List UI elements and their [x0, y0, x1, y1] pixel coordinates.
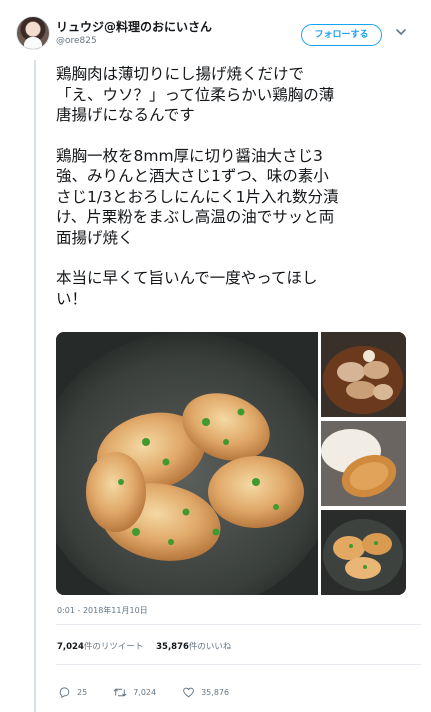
media-grid: [56, 332, 406, 595]
heart-icon: [183, 687, 194, 697]
tweet-line: 強、みりんと酒大さじ1ずつ、味の素小: [56, 167, 329, 185]
chevron-down-icon[interactable]: [394, 25, 408, 39]
tweet-line: 「え、ウソ？」って位柔らかい鶏胸の薄: [56, 85, 335, 104]
avatar[interactable]: [16, 16, 50, 50]
reply-count: 25: [77, 687, 88, 697]
follow-button[interactable]: フォローする: [301, 24, 382, 46]
reply-button[interactable]: 25: [58, 686, 87, 699]
photo-sliced-chicken[interactable]: [321, 421, 406, 506]
user-handle[interactable]: @ore825: [56, 36, 97, 46]
retweet-icon: [113, 688, 127, 696]
engagement-stats: 7,024件のリツイート 35,876件のいいね: [57, 640, 241, 652]
tweet-line: さじ1/3とおろしにんにく1片入れ数分漬: [56, 187, 339, 206]
tweet-line: け、片栗粉をまぶし高温の油でサッと両: [56, 208, 335, 226]
timestamp[interactable]: 0:01 - 2018年11月10日: [57, 605, 148, 616]
tweet-line: 鶏胸肉は薄切りにし揚げ焼くだけで: [56, 65, 305, 83]
photo-main[interactable]: [56, 332, 318, 595]
like-count: 35,876: [201, 687, 230, 697]
reply-icon: [59, 686, 70, 698]
like-button[interactable]: 35,876: [182, 686, 229, 699]
photo-fried-chicken[interactable]: [321, 510, 406, 595]
divider: [56, 624, 421, 625]
tweet-line: 鶏胸一枚を8mm厚に切り醤油大さじ3: [56, 146, 323, 165]
likes-count[interactable]: 35,876: [156, 642, 189, 652]
photo-marinade[interactable]: [321, 332, 406, 417]
thread-line: [34, 60, 36, 712]
display-name[interactable]: リュウジ@料理のおにいさん: [56, 18, 212, 35]
tweet-paragraph-1: 鶏胸肉は薄切りにし揚げ焼くだけで 「え、ウソ？」って位柔らかい鶏胸の薄 唐揚げに…: [56, 64, 422, 126]
divider: [56, 664, 421, 665]
retweets-count[interactable]: 7,024: [57, 642, 84, 652]
retweets-label[interactable]: 件のリツイート: [84, 642, 144, 652]
tweet-text: 鶏胸肉は薄切りにし揚げ焼くだけで 「え、ウソ？」って位柔らかい鶏胸の薄 唐揚げに…: [56, 64, 422, 329]
action-bar: 25 7,024 35,876: [58, 684, 255, 700]
tweet-line: い！: [56, 289, 88, 308]
likes-label[interactable]: 件のいいね: [189, 642, 232, 652]
tweet-paragraph-2: 鶏胸一枚を8mm厚に切り醤油大さじ3 強、みりんと酒大さじ1ずつ、味の素小 さじ…: [56, 146, 422, 249]
tweet-paragraph-3: 本当に早くて旨いんで一度やってほし い！: [56, 268, 422, 309]
tweet-line: 唐揚げになるんです: [56, 106, 195, 124]
retweet-count: 7,024: [133, 687, 157, 697]
tweet-line: 面揚げ焼く: [56, 228, 134, 247]
tweet-line: 本当に早くて旨いんで一度やってほし: [56, 269, 318, 287]
retweet-button[interactable]: 7,024: [113, 686, 156, 699]
